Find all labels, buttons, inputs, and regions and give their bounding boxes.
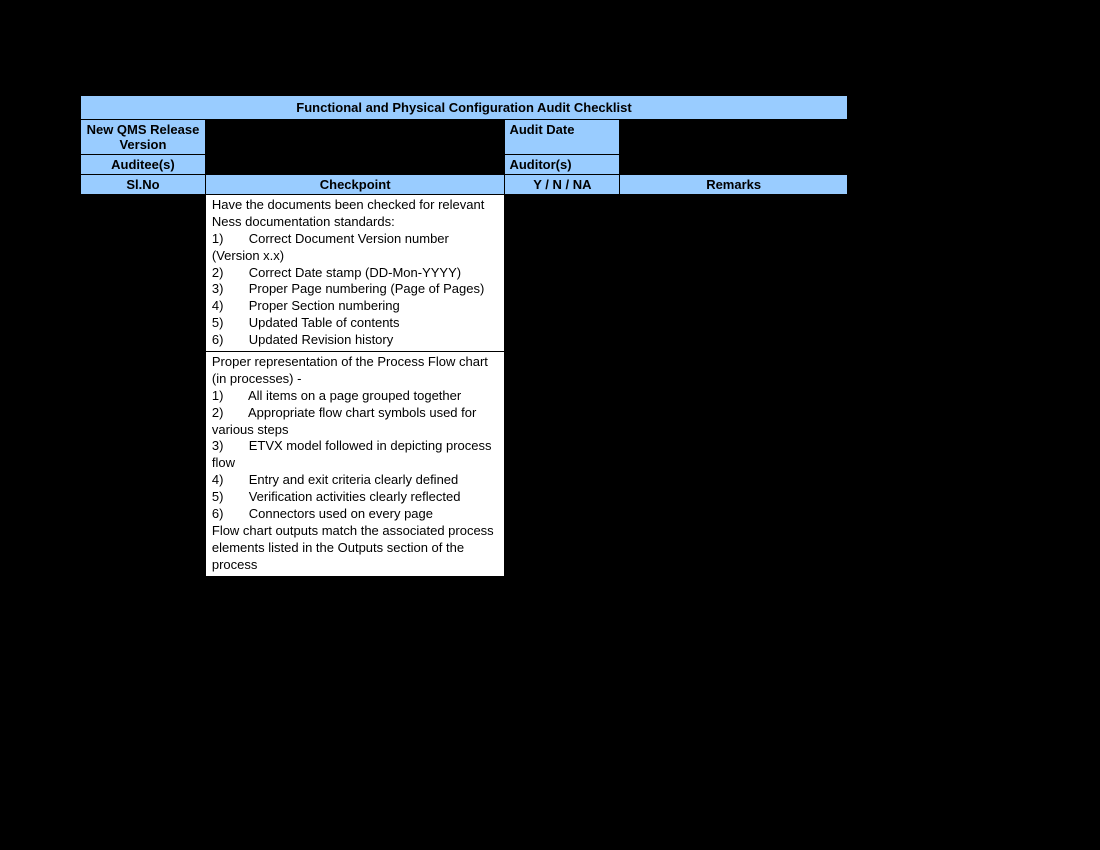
checklist-table: Functional and Physical Configuration Au… <box>80 95 848 577</box>
audit-date-label: Audit Date <box>505 120 620 155</box>
remarks-cell[interactable] <box>620 352 848 577</box>
slno-cell[interactable] <box>81 352 206 577</box>
remarks-cell[interactable] <box>620 195 848 352</box>
auditor-label: Auditor(s) <box>505 155 620 175</box>
checklist-container: Functional and Physical Configuration Au… <box>80 95 848 577</box>
yn-cell[interactable] <box>505 352 620 577</box>
checkpoint-cell: Proper representation of the Process Flo… <box>205 352 505 577</box>
slno-cell[interactable] <box>81 195 206 352</box>
header-yn: Y / N / NA <box>505 175 620 195</box>
table-row: Have the documents been checked for rele… <box>81 195 848 352</box>
checkpoint-cell: Have the documents been checked for rele… <box>205 195 505 352</box>
audit-date-value[interactable] <box>620 120 848 155</box>
qms-version-label: New QMS Release Version <box>81 120 206 155</box>
yn-cell[interactable] <box>505 195 620 352</box>
header-checkpoint: Checkpoint <box>205 175 505 195</box>
document-title: Functional and Physical Configuration Au… <box>81 96 848 120</box>
qms-version-value[interactable] <box>205 120 505 155</box>
table-row: Proper representation of the Process Flo… <box>81 352 848 577</box>
header-remarks: Remarks <box>620 175 848 195</box>
auditee-label: Auditee(s) <box>81 155 206 175</box>
auditor-value[interactable] <box>620 155 848 175</box>
header-slno: Sl.No <box>81 175 206 195</box>
auditee-value[interactable] <box>205 155 505 175</box>
